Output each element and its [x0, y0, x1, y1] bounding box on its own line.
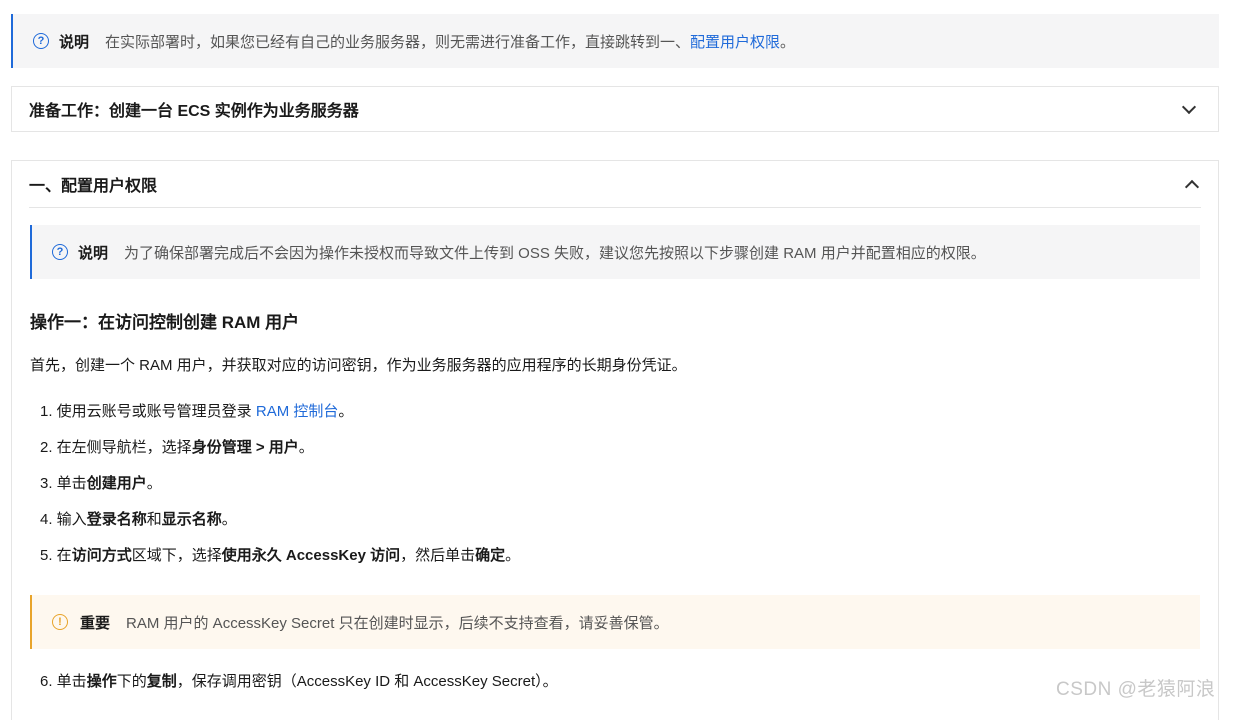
prep-section-title: 准备工作：创建一台 ECS 实例作为业务服务器 — [29, 103, 359, 120]
chevron-down-icon[interactable] — [1181, 99, 1197, 115]
watermark: CSDN @老猿阿浪 — [1056, 679, 1216, 700]
top-note: ? 说明 在实际部署时，如果您已经有自己的业务服务器，则无需进行准备工作，直接跳… — [11, 14, 1219, 68]
section1-header[interactable]: 一、配置用户权限 — [29, 161, 1201, 208]
note-text: 在实际部署时，如果您已经有自己的业务服务器，则无需进行准备工作，直接跳转到一、配… — [105, 33, 796, 51]
step-3: 3. 单击创建用户。 — [40, 475, 162, 492]
step-2: 2. 在左侧导航栏，选择身份管理 > 用户。 — [40, 439, 314, 456]
note-label: 说明 — [59, 33, 90, 51]
operation1-heading: 操作一：在访问控制创建 RAM 用户 — [30, 313, 300, 332]
intro-paragraph: 首先，创建一个 RAM 用户，并获取对应的访问密钥，作为业务服务器的应用程序的长… — [30, 357, 687, 374]
question-circle-icon: ? — [52, 244, 68, 260]
step-6: 6. 单击操作下的复制，保存调用密钥（AccessKey ID 和 Access… — [40, 673, 558, 690]
prep-section-header[interactable]: 准备工作：创建一台 ECS 实例作为业务服务器 — [11, 86, 1219, 132]
ram-console-link[interactable]: RAM 控制台 — [256, 403, 339, 420]
warning-text: RAM 用户的 AccessKey Secret 只在创建时显示，后续不支持查看… — [126, 614, 669, 632]
step-4: 4. 输入登录名称和显示名称。 — [40, 511, 237, 528]
question-circle-icon: ? — [33, 33, 49, 49]
config-permission-link[interactable]: 配置用户权限 — [690, 34, 780, 51]
step-5: 5. 在访问方式区域下，选择使用永久 AccessKey 访问，然后单击确定。 — [40, 547, 521, 564]
section1-note: ? 说明 为了确保部署完成后不会因为操作未授权而导致文件上传到 OSS 失败，建… — [30, 225, 1200, 279]
important-note: ! 重要 RAM 用户的 AccessKey Secret 只在创建时显示，后续… — [30, 595, 1200, 649]
exclamation-circle-icon: ! — [52, 614, 68, 630]
section1-title: 一、配置用户权限 — [29, 178, 158, 195]
note-label: 说明 — [78, 244, 109, 262]
step-1: 1. 使用云账号或账号管理员登录 RAM 控制台。 — [40, 403, 354, 420]
note-text: 为了确保部署完成后不会因为操作未授权而导致文件上传到 OSS 失败，建议您先按照… — [124, 244, 986, 262]
chevron-up-icon[interactable] — [1184, 179, 1200, 195]
warning-label: 重要 — [80, 614, 111, 632]
